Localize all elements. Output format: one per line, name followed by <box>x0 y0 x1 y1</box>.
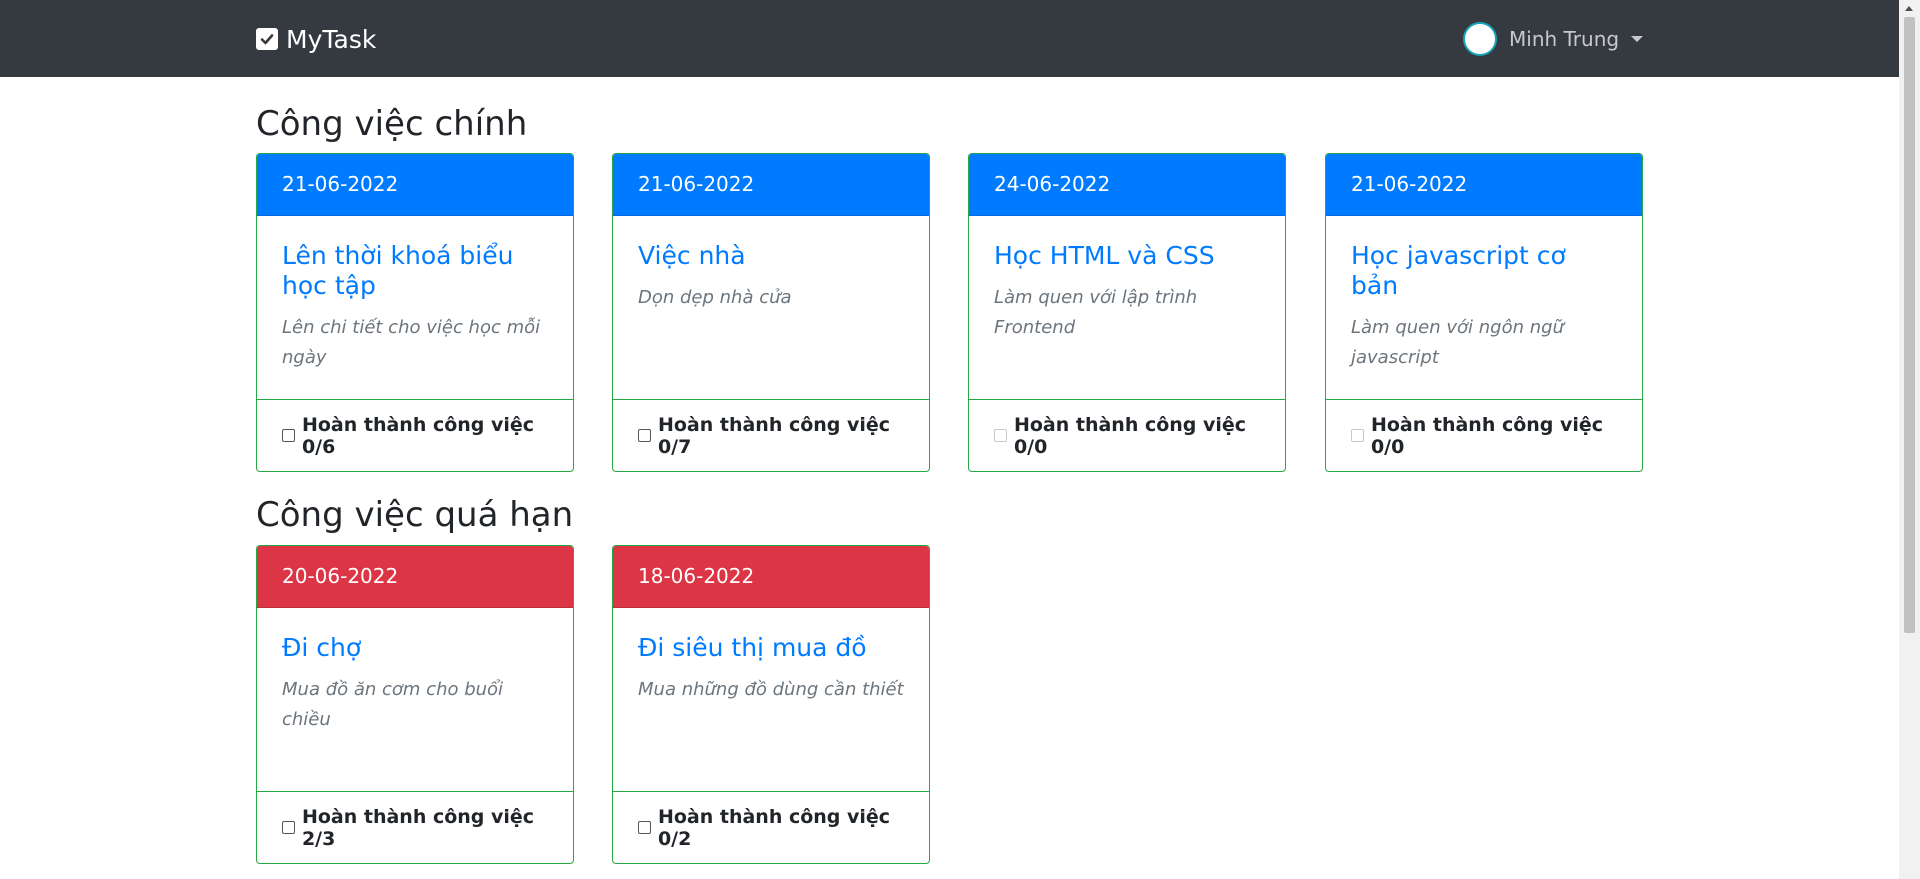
progress-label: Hoàn thành công việc 0/0 <box>1370 413 1604 458</box>
card-date: 21-06-2022 <box>1326 154 1642 216</box>
complete-checkbox[interactable] <box>282 429 295 442</box>
card-date: 20-06-2022 <box>257 546 573 608</box>
card-date: 18-06-2022 <box>613 546 929 608</box>
section-title-overdue: Công việc quá hạn <box>256 495 574 535</box>
progress-label: Hoàn thành công việc 0/2 <box>657 805 891 850</box>
user-menu-toggle[interactable]: Minh Trung <box>1463 22 1644 56</box>
chevron-down-icon <box>1631 36 1644 42</box>
card-body: Học javascript cơ bản Làm quen với ngôn … <box>1326 216 1642 401</box>
scroll-up-icon[interactable] <box>1905 6 1913 11</box>
brand-name: MyTask <box>286 24 377 54</box>
card-title-link[interactable]: Đi siêu thị mua đồ <box>638 633 904 663</box>
task-card: 21-06-2022 Việc nhà Dọn dẹp nhà cửa Hoàn… <box>612 153 930 472</box>
complete-checkbox[interactable] <box>282 821 295 834</box>
task-card: 21-06-2022 Lên thời khoá biểu học tập Lê… <box>256 153 574 472</box>
card-description: Dọn dẹp nhà cửa <box>638 287 792 308</box>
page-scrollbar[interactable] <box>1899 0 1920 879</box>
card-title-link[interactable]: Việc nhà <box>638 241 904 271</box>
card-footer: Hoàn thành công việc 0/0 <box>1326 399 1642 471</box>
card-description: Lên chi tiết cho việc học mỗi ngày <box>282 317 541 368</box>
section-title-main: Công việc chính <box>256 104 528 144</box>
card-footer: Hoàn thành công việc 0/0 <box>969 399 1285 471</box>
card-date: 24-06-2022 <box>969 154 1285 216</box>
task-card: 18-06-2022 Đi siêu thị mua đồ Mua những … <box>612 545 930 864</box>
card-body: Lên thời khoá biểu học tập Lên chi tiết … <box>257 216 573 401</box>
avatar <box>1463 22 1497 56</box>
navbar: MyTask Minh Trung <box>0 0 1899 77</box>
progress-label: Hoàn thành công việc 2/3 <box>301 805 535 850</box>
complete-checkbox <box>1351 429 1364 442</box>
card-footer: Hoàn thành công việc 0/7 <box>613 399 929 471</box>
scroll-thumb[interactable] <box>1904 17 1915 633</box>
card-body: Việc nhà Dọn dẹp nhà cửa <box>613 216 929 401</box>
card-description: Làm quen với lập trình Frontend <box>994 287 1198 338</box>
task-card: 20-06-2022 Đi chợ Mua đồ ăn cơm cho buổi… <box>256 545 574 864</box>
card-footer: Hoàn thành công việc 0/6 <box>257 399 573 471</box>
card-date: 21-06-2022 <box>257 154 573 216</box>
card-body: Học HTML và CSS Làm quen với lập trình F… <box>969 216 1285 401</box>
card-description: Làm quen với ngôn ngữ javascript <box>1351 317 1564 368</box>
card-title-link[interactable]: Lên thời khoá biểu học tập <box>282 241 548 301</box>
complete-checkbox <box>994 429 1007 442</box>
progress-label: Hoàn thành công việc 0/6 <box>301 413 535 458</box>
card-description: Mua những đồ dùng cần thiết <box>638 679 904 700</box>
progress-label: Hoàn thành công việc 0/7 <box>657 413 891 458</box>
progress-label: Hoàn thành công việc 0/0 <box>1013 413 1247 458</box>
complete-checkbox[interactable] <box>638 821 651 834</box>
card-body: Đi chợ Mua đồ ăn cơm cho buổi chiều <box>257 608 573 793</box>
card-title-link[interactable]: Học javascript cơ bản <box>1351 241 1617 301</box>
card-date: 21-06-2022 <box>613 154 929 216</box>
complete-checkbox[interactable] <box>638 429 651 442</box>
card-footer: Hoàn thành công việc 0/2 <box>613 791 929 863</box>
task-card: 24-06-2022 Học HTML và CSS Làm quen với … <box>968 153 1286 472</box>
card-footer: Hoàn thành công việc 2/3 <box>257 791 573 863</box>
card-body: Đi siêu thị mua đồ Mua những đồ dùng cần… <box>613 608 929 793</box>
brand-link[interactable]: MyTask <box>256 24 376 54</box>
task-card: 21-06-2022 Học javascript cơ bản Làm que… <box>1325 153 1643 472</box>
card-title-link[interactable]: Học HTML và CSS <box>994 241 1260 271</box>
card-description: Mua đồ ăn cơm cho buổi chiều <box>282 679 504 730</box>
checkbox-icon <box>256 28 278 50</box>
user-name: Minh Trung <box>1509 27 1620 51</box>
card-title-link[interactable]: Đi chợ <box>282 633 548 663</box>
